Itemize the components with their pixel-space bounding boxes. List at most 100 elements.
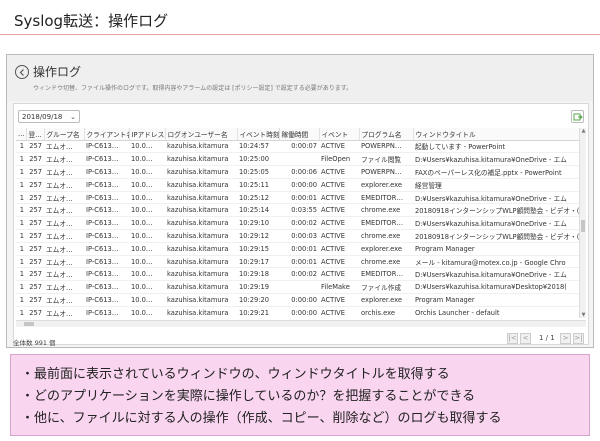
page-indicator: 1 / 1 bbox=[539, 334, 555, 342]
table-cell: 1 bbox=[16, 178, 26, 192]
window-description: ウィンドウ切替、ファイル操作のログです。取得内容やアラームの設定は [ポリシー設… bbox=[33, 85, 353, 92]
table-cell: 10.0… bbox=[129, 280, 165, 295]
next-page-button[interactable]: > bbox=[560, 333, 571, 344]
table-cell: ACTIVE bbox=[319, 242, 359, 256]
table-cell: 257 bbox=[26, 191, 44, 205]
table-cell: 0:00:01 bbox=[279, 255, 319, 269]
table-cell: 10.0… bbox=[129, 152, 165, 167]
table-cell: kazuhisa.kitamura bbox=[165, 280, 237, 295]
table-row[interactable]: 1 257 エムオ… IP-C613… 10.0… kazuhisa.kitamura 10… bbox=[16, 140, 580, 154]
table-cell: IP-C613… bbox=[84, 178, 129, 192]
table-cell: エムオ… bbox=[44, 152, 84, 167]
table-cell: 10:29:15 bbox=[237, 242, 279, 256]
table-cell: 20180918インターンシップWLP顧問塾会 - ビデオ・( bbox=[413, 203, 580, 218]
chevron-down-icon: ⌄ bbox=[70, 113, 76, 121]
table-cell: ACTIVE bbox=[319, 255, 359, 269]
first-page-button[interactable]: |< bbox=[507, 333, 518, 344]
table-cell: Program Manager bbox=[413, 242, 580, 256]
table-cell: 10:29:12 bbox=[237, 229, 279, 243]
column-header[interactable]: ログオンユーザー名 bbox=[165, 128, 238, 141]
table-cell: 1 bbox=[16, 229, 26, 243]
table-cell: 10:29:19 bbox=[237, 280, 279, 295]
table-cell: EMEDITOR… bbox=[359, 267, 413, 282]
scroll-up-icon[interactable]: ▲ bbox=[580, 128, 586, 134]
date-select[interactable]: 2018/09/18 ⌄ bbox=[18, 110, 80, 123]
table-cell: 10.0… bbox=[129, 242, 165, 256]
table-cell: 257 bbox=[26, 280, 44, 295]
table-row[interactable]: 1 257 エムオ… IP-C613… 10.0… kazuhisa.kitamura 10… bbox=[16, 203, 580, 218]
table-cell: 1 bbox=[16, 152, 26, 167]
table-cell: explorer.exe bbox=[359, 242, 413, 256]
horizontal-scroll-thumb[interactable] bbox=[24, 322, 34, 326]
export-button[interactable] bbox=[571, 110, 584, 123]
table-cell: 1 bbox=[16, 216, 26, 231]
table-cell bbox=[279, 152, 319, 167]
table-cell: IP-C613… bbox=[84, 242, 129, 256]
table-cell: kazuhisa.kitamura bbox=[165, 178, 237, 192]
table-cell: 経営管理 bbox=[413, 178, 580, 192]
table-cell: 10:25:14 bbox=[237, 203, 279, 218]
table-cell: 1 bbox=[16, 306, 26, 318]
prev-page-button[interactable]: < bbox=[520, 333, 531, 344]
table-row[interactable]: 1 257 エムオ… IP-C613… 10.0… kazuhisa.kitamura 10… bbox=[16, 152, 580, 167]
table-cell: D:¥Users¥kazuhisa.kitamura¥OneDrive - エム bbox=[413, 216, 580, 231]
column-header[interactable]: イベント時刻 bbox=[237, 128, 280, 141]
table-cell: 257 bbox=[26, 267, 44, 282]
table-cell: Orchis Launcher - default bbox=[413, 306, 580, 318]
column-header[interactable]: プログラム名 bbox=[359, 128, 414, 141]
column-header[interactable]: 稼働時間 bbox=[279, 128, 320, 141]
table-row[interactable]: 1 257 エムオ… IP-C613… 10.0… kazuhisa.kitamura 10… bbox=[16, 191, 580, 205]
column-header[interactable]: クライアント名 bbox=[84, 128, 130, 141]
table-row[interactable]: 1 257 エムオ… IP-C613… 10.0… kazuhisa.kitamura 10… bbox=[16, 242, 580, 256]
vertical-scroll-thumb[interactable] bbox=[581, 220, 585, 232]
horizontal-scrollbar[interactable] bbox=[16, 320, 586, 327]
table-cell: D:¥Users¥kazuhisa.kitamura¥OneDrive - エム bbox=[413, 267, 580, 282]
chevron-left-icon bbox=[19, 69, 24, 76]
table-cell: IP-C613… bbox=[84, 191, 129, 205]
table-row[interactable]: 1 257 エムオ… IP-C613… 10.0… kazuhisa.kitamura 10… bbox=[16, 255, 580, 269]
table-row[interactable]: 1 257 エムオ… IP-C613… 10.0… kazuhisa.kitamura 10… bbox=[16, 267, 580, 282]
back-button[interactable] bbox=[15, 65, 29, 79]
table-cell: IP-C613… bbox=[84, 203, 129, 218]
table-cell: kazuhisa.kitamura bbox=[165, 216, 237, 231]
table-cell: ACTIVE bbox=[319, 191, 359, 205]
table-cell: 10:29:10 bbox=[237, 216, 279, 231]
table-cell: 10:25:05 bbox=[237, 165, 279, 179]
table-cell: D:¥Users¥kazuhisa.kitamura¥OneDrive - エム bbox=[413, 152, 580, 167]
table-row[interactable]: 1 257 エムオ… IP-C613… 10.0… kazuhisa.kitamura 10… bbox=[16, 293, 580, 307]
table-cell: 257 bbox=[26, 203, 44, 218]
last-page-button[interactable]: >| bbox=[573, 333, 584, 344]
table-cell: kazuhisa.kitamura bbox=[165, 306, 237, 318]
table-cell: エムオ… bbox=[44, 255, 84, 269]
table-cell: ACTIVE bbox=[319, 229, 359, 243]
table-row[interactable]: 1 257 エムオ… IP-C613… 10.0… kazuhisa.kitamura 10… bbox=[16, 165, 580, 179]
column-header[interactable]: ウィンドウタイトル bbox=[413, 128, 581, 141]
table-cell: 10.0… bbox=[129, 216, 165, 231]
table-cell: 257 bbox=[26, 140, 44, 154]
table-cell: エムオ… bbox=[44, 242, 84, 256]
table-cell: POWERPN… bbox=[359, 165, 413, 179]
note-line: ・他に、ファイルに対する人の操作（作成、コピー、削除など）のログも取得する bbox=[21, 411, 502, 426]
column-header[interactable]: グループ名 bbox=[44, 128, 85, 141]
table-cell: orchis.exe bbox=[359, 306, 413, 318]
column-header[interactable]: IPアドレス bbox=[129, 128, 166, 141]
column-header[interactable]: 登… bbox=[26, 128, 45, 141]
scroll-down-icon[interactable]: ▼ bbox=[580, 312, 586, 318]
slide-title: Syslog転送：操作ログ bbox=[14, 12, 169, 30]
table-cell: 10:25:11 bbox=[237, 178, 279, 192]
table-cell: 0:03:55 bbox=[279, 203, 319, 218]
table-cell: 10:29:17 bbox=[237, 255, 279, 269]
table-row[interactable]: 1 257 エムオ… IP-C613… 10.0… kazuhisa.kitamura 10… bbox=[16, 216, 580, 231]
table-cell: kazuhisa.kitamura bbox=[165, 165, 237, 179]
vertical-scrollbar[interactable]: ▲ ▼ bbox=[579, 128, 586, 318]
table-row[interactable]: 1 257 エムオ… IP-C613… 10.0… kazuhisa.kitamura 10… bbox=[16, 280, 580, 295]
column-header[interactable]: … bbox=[16, 128, 27, 141]
table-row[interactable]: 1 257 エムオ… IP-C613… 10.0… kazuhisa.kitamura 10… bbox=[16, 306, 580, 318]
column-header[interactable]: イベント bbox=[319, 128, 360, 141]
table-row[interactable]: 1 257 エムオ… IP-C613… 10.0… kazuhisa.kitamura 10… bbox=[16, 229, 580, 243]
table-cell: 257 bbox=[26, 178, 44, 192]
table-cell: 1 bbox=[16, 280, 26, 295]
table-cell: 10:29:21 bbox=[237, 306, 279, 318]
table-cell: chrome.exe bbox=[359, 229, 413, 243]
table-row[interactable]: 1 257 エムオ… IP-C613… 10.0… kazuhisa.kitamura 10… bbox=[16, 178, 580, 192]
